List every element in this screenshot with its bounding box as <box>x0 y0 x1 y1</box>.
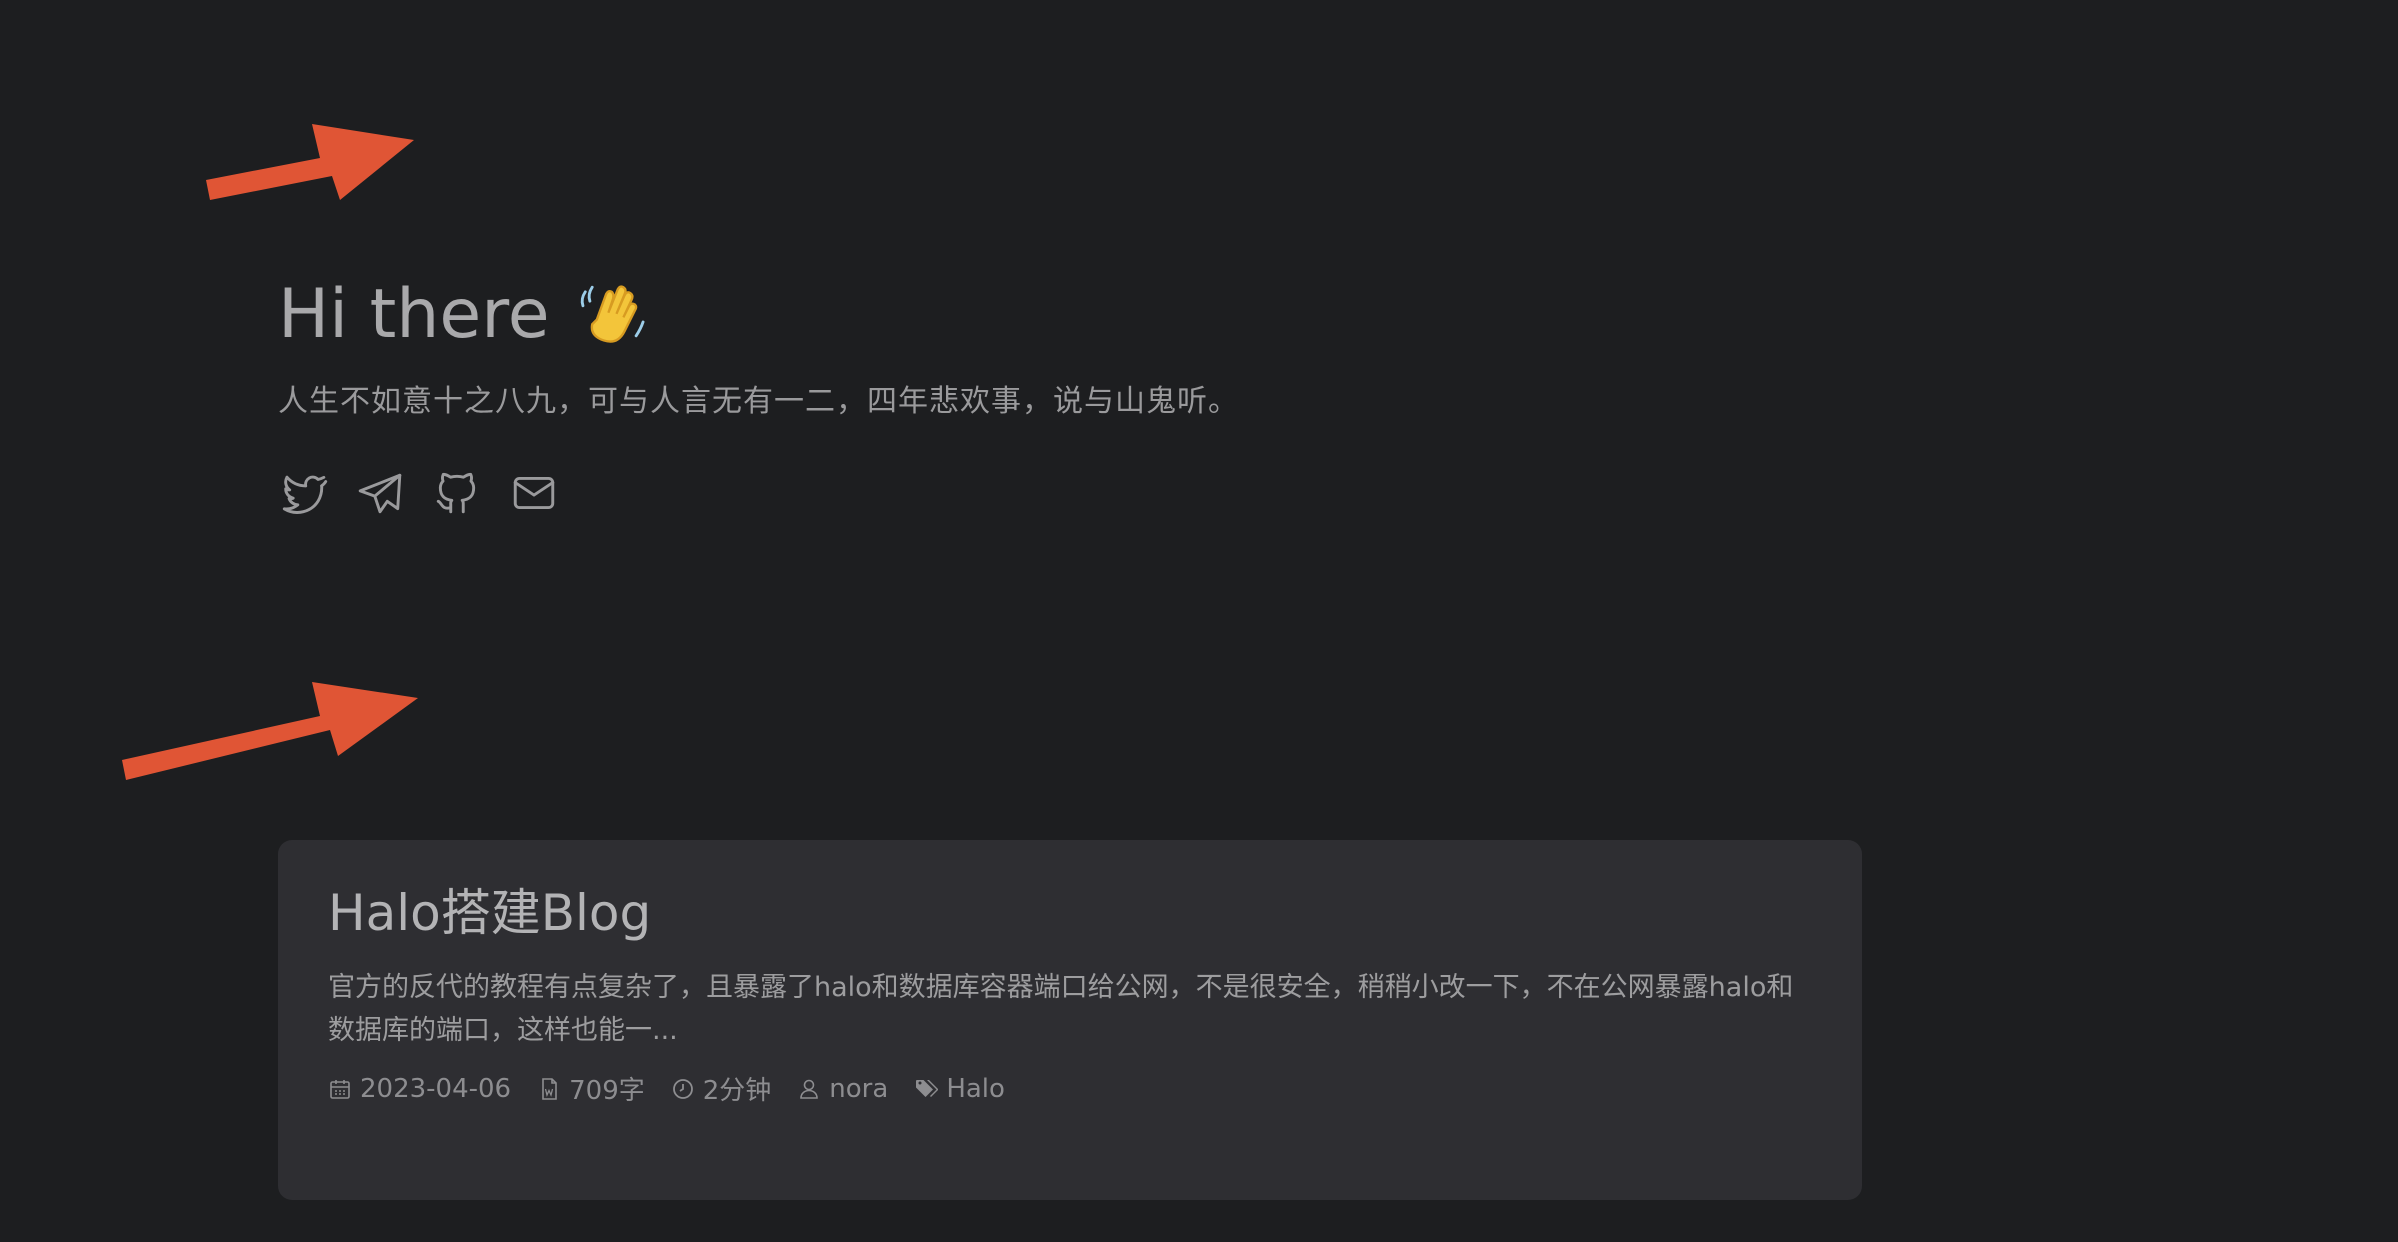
word-file-icon <box>542 1077 557 1100</box>
waving-hand-icon <box>580 285 645 343</box>
post-word-count: 709字 <box>537 1070 645 1107</box>
twitter-icon <box>282 475 328 514</box>
post-tag[interactable]: Halo <box>914 1074 1005 1104</box>
post-author-text: nora <box>829 1073 889 1104</box>
telegram-link[interactable] <box>355 468 405 518</box>
hero-subtitle: 人生不如意十之八九，可与人言无有一二，四年悲欢事，说与山鬼听。 <box>278 384 1239 419</box>
post-read-time: 2分钟 <box>671 1070 772 1107</box>
social-links <box>278 468 1239 518</box>
post-tag-text[interactable]: Halo <box>946 1074 1005 1104</box>
post-date-text: 2023-04-06 <box>360 1073 512 1104</box>
post-card[interactable]: Halo搭建Blog 官方的反代的教程有点复杂了，且暴露了halo和数据库容器端… <box>278 840 1862 1200</box>
annotation-arrow <box>122 682 418 780</box>
clock-icon <box>672 1078 693 1099</box>
github-icon <box>436 472 476 514</box>
post-date: 2023-04-06 <box>328 1074 511 1104</box>
calendar-icon <box>330 1079 350 1099</box>
user-icon <box>800 1079 819 1099</box>
hero-section: Hi there 人生不如意十之八九，可与人言无有一二，四年悲欢事，说与山鬼听。 <box>278 270 1239 518</box>
email-link[interactable] <box>509 468 559 518</box>
post-meta: 2023-04-06 709字 2分钟 nora Halo <box>328 1070 1812 1107</box>
post-title[interactable]: Halo搭建Blog <box>328 880 1812 946</box>
twitter-link[interactable] <box>278 468 328 518</box>
page: Hi there 人生不如意十之八九，可与人言无有一二，四年悲欢事，说与山鬼听。 <box>0 0 2398 1242</box>
telegram-icon <box>358 473 402 514</box>
tags-icon <box>916 1079 939 1097</box>
hero-title-text: Hi there <box>278 275 550 354</box>
annotation-arrow <box>206 124 414 200</box>
post-word-count-text: 709字 <box>569 1076 645 1106</box>
post-excerpt: 官方的反代的教程有点复杂了，且暴露了halo和数据库容器端口给公网，不是很安全，… <box>328 972 1794 1046</box>
post-read-time-text: 2分钟 <box>702 1076 772 1106</box>
mail-icon <box>513 476 555 510</box>
post-author: nora <box>797 1074 888 1104</box>
github-link[interactable] <box>432 468 482 518</box>
hero-title: Hi there <box>278 270 1239 360</box>
